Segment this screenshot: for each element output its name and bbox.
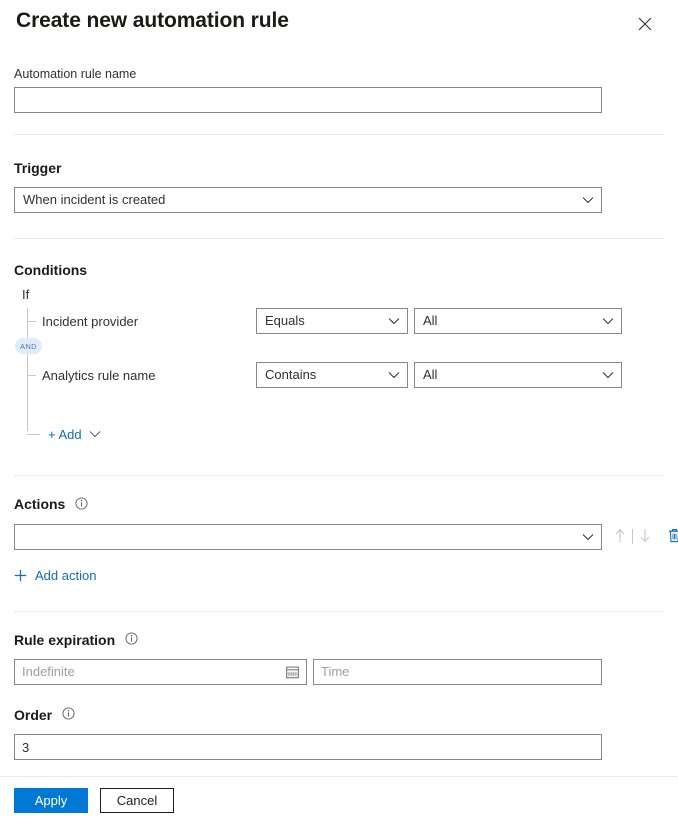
- chevron-down-icon[interactable]: [89, 430, 101, 438]
- page-title: Create new automation rule: [16, 9, 289, 33]
- rule-expiration-heading: Rule expiration: [14, 631, 115, 649]
- expiration-date-input[interactable]: [15, 660, 306, 684]
- order-input[interactable]: [14, 734, 602, 760]
- info-icon[interactable]: [125, 632, 138, 645]
- expiration-date-field[interactable]: [14, 659, 307, 685]
- divider: [632, 529, 633, 544]
- conditions-section: Conditions If Incident provider Equals: [14, 239, 664, 443]
- arrow-up-icon: [614, 528, 626, 546]
- add-action-label: Add action: [35, 568, 96, 583]
- move-down-button: [636, 527, 654, 547]
- arrow-down-icon: [639, 528, 651, 546]
- plus-icon: [14, 569, 27, 582]
- conditions-tree: Incident provider Equals All: [27, 308, 664, 443]
- and-operator-badge[interactable]: AND: [15, 338, 42, 354]
- expiration-fields: [14, 659, 664, 685]
- panel-footer: Apply Cancel: [0, 776, 678, 823]
- chevron-down-icon: [582, 533, 594, 541]
- cancel-button[interactable]: Cancel: [100, 788, 174, 813]
- conditions-if-label: If: [22, 287, 664, 303]
- tree-branch-line: [27, 434, 40, 435]
- rule-name-section: Automation rule name: [14, 56, 664, 113]
- tree-branch-line: [27, 375, 36, 376]
- trigger-select[interactable]: When incident is created: [14, 187, 602, 213]
- rule-expiration-section: Rule expiration: [14, 612, 664, 685]
- condition-property: Incident provider: [42, 314, 256, 329]
- calendar-icon[interactable]: [286, 665, 299, 678]
- panel-content: Automation rule name Trigger When incide…: [0, 56, 678, 776]
- condition-operator-value: Contains: [257, 363, 407, 387]
- actions-heading: Actions: [14, 495, 65, 513]
- tree-branch-line: [27, 321, 36, 322]
- expiration-time-input[interactable]: [314, 660, 601, 684]
- order-heading: Order: [14, 706, 52, 724]
- action-select[interactable]: [14, 524, 602, 550]
- info-icon[interactable]: [75, 497, 88, 510]
- info-icon[interactable]: [62, 707, 75, 720]
- condition-row: Incident provider Equals All: [27, 308, 664, 334]
- panel-header: Create new automation rule: [0, 0, 678, 56]
- action-controls: [611, 527, 678, 547]
- condition-value-select[interactable]: All: [414, 362, 622, 388]
- condition-operator-select[interactable]: Contains: [256, 362, 408, 388]
- condition-value: All: [415, 363, 621, 387]
- condition-row: Analytics rule name Contains All: [27, 362, 664, 388]
- condition-property: Analytics rule name: [42, 368, 256, 383]
- order-section: Order: [14, 685, 664, 760]
- create-automation-rule-panel: Create new automation rule Automation ru…: [0, 0, 678, 823]
- expiration-time-field[interactable]: [313, 659, 602, 685]
- rule-name-label: Automation rule name: [14, 66, 664, 82]
- delete-action-button[interactable]: [665, 527, 678, 547]
- trigger-heading: Trigger: [14, 159, 61, 177]
- trigger-section: Trigger When incident is created: [14, 135, 664, 213]
- trigger-select-value: When incident is created: [15, 188, 601, 212]
- action-row: [14, 524, 664, 550]
- apply-button[interactable]: Apply: [14, 788, 88, 813]
- condition-operator-select[interactable]: Equals: [256, 308, 408, 334]
- add-action-button[interactable]: Add action: [14, 568, 96, 583]
- conditions-heading: Conditions: [14, 261, 87, 279]
- rule-name-input[interactable]: [14, 87, 602, 113]
- close-icon: [638, 17, 652, 31]
- add-condition-button[interactable]: + Add: [48, 427, 82, 442]
- move-up-button: [611, 527, 629, 547]
- condition-operator-value: Equals: [257, 309, 407, 333]
- close-button[interactable]: [634, 13, 656, 35]
- condition-value-select[interactable]: All: [414, 308, 622, 334]
- add-condition-row: + Add: [27, 425, 664, 443]
- trash-icon: [668, 528, 678, 546]
- actions-section: Actions: [14, 476, 664, 586]
- condition-value: All: [415, 309, 621, 333]
